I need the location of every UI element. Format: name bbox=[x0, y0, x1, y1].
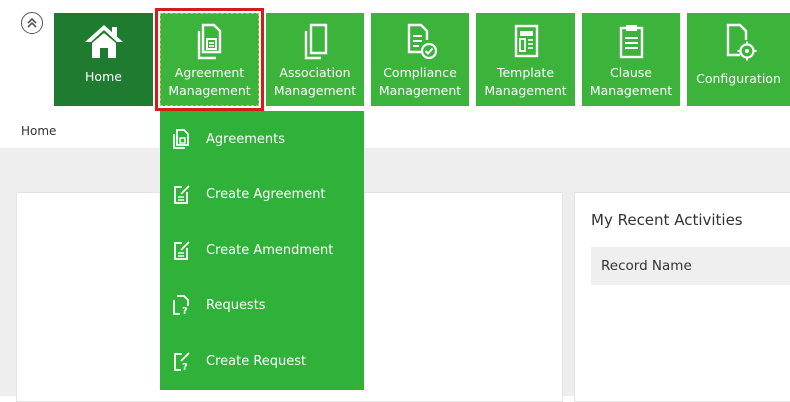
nav-tile-configuration[interactable]: Configuration bbox=[687, 13, 790, 106]
document-gear-icon bbox=[726, 23, 756, 61]
create-request-icon: ? bbox=[171, 350, 191, 372]
create-amendment-icon bbox=[171, 239, 191, 261]
menu-item-create-request[interactable]: ? Create Request bbox=[160, 337, 364, 385]
recent-activities-panel: My Recent Activities Record Name bbox=[574, 192, 790, 402]
record-name-column-header[interactable]: Record Name bbox=[591, 247, 790, 285]
active-tile-highlight bbox=[155, 8, 264, 111]
nav-tile-association-management[interactable]: Association Management bbox=[266, 13, 364, 106]
nav-tile-label: Clause Management bbox=[589, 65, 673, 98]
home-icon bbox=[84, 25, 123, 58]
double-chevron-up-icon bbox=[27, 17, 37, 28]
clipboard-icon bbox=[619, 25, 644, 59]
requests-icon: ? bbox=[171, 294, 191, 316]
compliance-check-icon bbox=[407, 23, 438, 60]
svg-text:?: ? bbox=[182, 362, 188, 372]
agreement-management-dropdown: Agreements Create Agreement Create Amend… bbox=[160, 111, 364, 390]
breadcrumb[interactable]: Home bbox=[21, 124, 56, 138]
nav-tile-label: Configuration bbox=[696, 71, 781, 86]
nav-tile-compliance-management[interactable]: Compliance Management bbox=[371, 13, 469, 106]
nav-tile-label: Compliance Management bbox=[378, 65, 462, 98]
nav-tile-clause-management[interactable]: Clause Management bbox=[582, 13, 680, 106]
menu-item-label: Create Amendment bbox=[206, 242, 334, 258]
template-icon bbox=[514, 24, 538, 58]
menu-item-label: Agreements bbox=[206, 131, 285, 147]
nav-tile-label: Home bbox=[85, 69, 122, 84]
menu-item-label: Requests bbox=[206, 297, 266, 313]
nav-tile-label: Association Management bbox=[273, 65, 357, 98]
menu-item-create-agreement[interactable]: Create Agreement bbox=[160, 170, 364, 218]
menu-item-label: Create Request bbox=[206, 353, 307, 369]
recent-activities-title: My Recent Activities bbox=[591, 211, 743, 229]
nav-tile-label: Template Management bbox=[484, 65, 567, 98]
collapse-menu-button[interactable] bbox=[21, 12, 43, 34]
menu-item-label: Create Agreement bbox=[206, 186, 326, 202]
menu-item-agreements[interactable]: Agreements bbox=[160, 115, 364, 163]
documents-icon bbox=[304, 23, 328, 60]
nav-tile-home[interactable]: Home bbox=[54, 13, 153, 106]
create-document-icon bbox=[171, 183, 191, 205]
agreements-icon bbox=[171, 128, 191, 150]
menu-item-create-amendment[interactable]: Create Amendment bbox=[160, 226, 364, 274]
menu-item-requests[interactable]: ? Requests bbox=[160, 281, 364, 329]
svg-text:?: ? bbox=[182, 306, 188, 316]
nav-tile-template-management[interactable]: Template Management bbox=[476, 13, 575, 106]
